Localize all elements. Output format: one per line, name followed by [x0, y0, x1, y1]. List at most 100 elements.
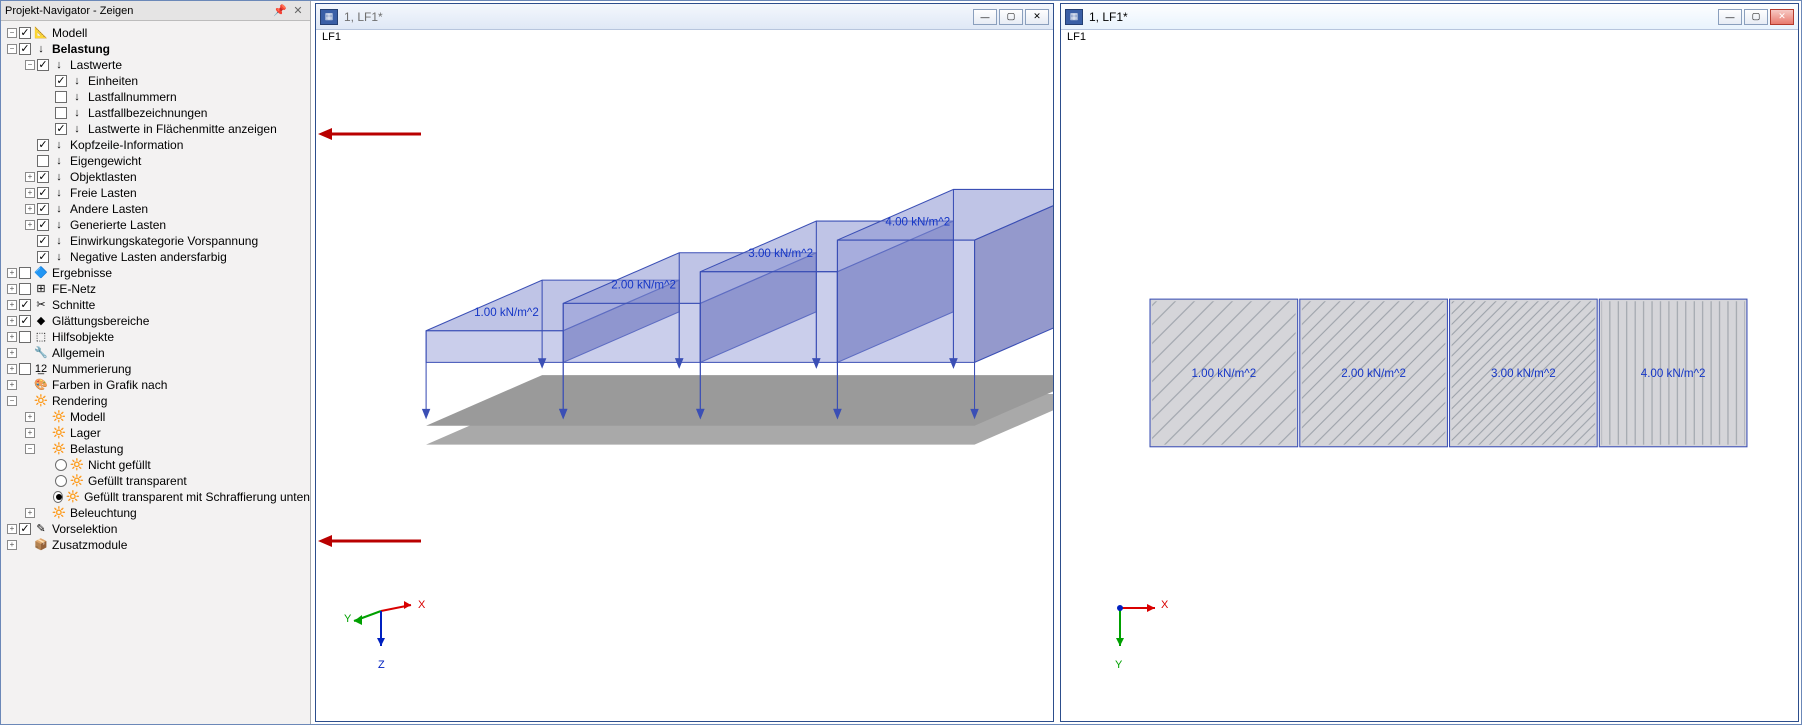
checkbox[interactable]: [19, 315, 31, 327]
tree-item[interactable]: ↓Einwirkungskategorie Vorspannung: [1, 233, 310, 249]
tree-item[interactable]: +⬚Hilfsobjekte: [1, 329, 310, 345]
minimize-button[interactable]: —: [973, 9, 997, 25]
checkbox[interactable]: [55, 123, 67, 135]
maximize-button[interactable]: ▢: [999, 9, 1023, 25]
tree-item[interactable]: +🔆Modell: [1, 409, 310, 425]
checkbox[interactable]: [37, 251, 49, 263]
tree-item[interactable]: ↓Eigengewicht: [1, 153, 310, 169]
item-icon: ↓: [70, 122, 84, 136]
checkbox[interactable]: [19, 523, 31, 535]
tree-item[interactable]: +⊞FE-Netz: [1, 281, 310, 297]
checkbox[interactable]: [37, 235, 49, 247]
expander-icon[interactable]: +: [25, 204, 35, 214]
expander-icon[interactable]: +: [7, 268, 17, 278]
tree-item-label: Eigengewicht: [69, 153, 141, 169]
tree-item[interactable]: +↓Objektlasten: [1, 169, 310, 185]
tree-item[interactable]: +1̲2Nummerierung: [1, 361, 310, 377]
tree-item[interactable]: ↓Lastwerte in Flächenmitte anzeigen: [1, 121, 310, 137]
viewport-plan-canvas[interactable]: 1.00 kN/m^22.00 kN/m^23.00 kN/m^24.00 kN…: [1061, 46, 1798, 721]
expander-icon[interactable]: +: [7, 332, 17, 342]
item-icon: ↓: [52, 218, 66, 232]
radio[interactable]: [55, 475, 67, 487]
expander-icon[interactable]: −: [25, 444, 35, 454]
checkbox[interactable]: [37, 171, 49, 183]
expander-icon[interactable]: +: [7, 284, 17, 294]
tree-item[interactable]: 🔆Gefüllt transparent mit Schraffierung u…: [1, 489, 310, 505]
tree-item[interactable]: −🔆Belastung: [1, 441, 310, 457]
expander-icon[interactable]: +: [7, 316, 17, 326]
tree-item[interactable]: +↓Andere Lasten: [1, 201, 310, 217]
checkbox[interactable]: [37, 155, 49, 167]
tree-item[interactable]: −📐Modell: [1, 25, 310, 41]
expander-icon[interactable]: +: [25, 220, 35, 230]
viewport-iso-titlebar[interactable]: ▦ 1, LF1* — ▢ ✕: [316, 4, 1053, 30]
tree-item[interactable]: +🔧Allgemein: [1, 345, 310, 361]
tree-item-label: Allgemein: [51, 345, 105, 361]
expander-icon[interactable]: +: [7, 300, 17, 310]
close-icon[interactable]: ✕: [290, 4, 306, 18]
expander-icon[interactable]: −: [25, 60, 35, 70]
tree-item[interactable]: +🔆Beleuchtung: [1, 505, 310, 521]
close-button[interactable]: ✕: [1025, 9, 1049, 25]
viewport-plan-titlebar[interactable]: ▦ 1, LF1* — ▢ ✕: [1061, 4, 1798, 30]
radio[interactable]: [53, 491, 63, 503]
tree-item[interactable]: +↓Generierte Lasten: [1, 217, 310, 233]
checkbox[interactable]: [37, 219, 49, 231]
checkbox[interactable]: [19, 283, 31, 295]
checkbox[interactable]: [55, 75, 67, 87]
pin-icon[interactable]: 📌: [272, 4, 288, 18]
navigator-tree[interactable]: −📐Modell−↓Belastung−↓Lastwerte↓Einheiten…: [1, 21, 310, 724]
tree-item[interactable]: ↓Einheiten: [1, 73, 310, 89]
checkbox[interactable]: [37, 187, 49, 199]
close-button[interactable]: ✕: [1770, 9, 1794, 25]
tree-item-label: Gefüllt transparent mit Schraffierung un…: [83, 489, 310, 505]
tree-item[interactable]: 🔆Gefüllt transparent: [1, 473, 310, 489]
expander-icon[interactable]: −: [7, 28, 17, 38]
tree-item[interactable]: −↓Lastwerte: [1, 57, 310, 73]
viewport-iso-canvas[interactable]: 1.00 kN/m^2 2.00 kN/m^2 3.00 kN/m^2: [316, 46, 1053, 721]
checkbox[interactable]: [37, 59, 49, 71]
expander-icon[interactable]: −: [7, 396, 17, 406]
tree-item[interactable]: 🔆Nicht gefüllt: [1, 457, 310, 473]
checkbox[interactable]: [37, 139, 49, 151]
checkbox[interactable]: [37, 203, 49, 215]
tree-item[interactable]: −🔆Rendering: [1, 393, 310, 409]
tree-item[interactable]: −↓Belastung: [1, 41, 310, 57]
expander-icon[interactable]: +: [25, 428, 35, 438]
expander-icon[interactable]: +: [25, 508, 35, 518]
tree-item[interactable]: +🎨Farben in Grafik nach: [1, 377, 310, 393]
tree-item[interactable]: ↓Lastfallnummern: [1, 89, 310, 105]
expander-icon[interactable]: +: [25, 172, 35, 182]
expander-icon[interactable]: +: [7, 348, 17, 358]
tree-item[interactable]: +✎Vorselektion: [1, 521, 310, 537]
expander-icon[interactable]: −: [7, 44, 17, 54]
checkbox[interactable]: [19, 43, 31, 55]
navigator-title: Projekt-Navigator - Zeigen: [5, 5, 270, 17]
tree-item[interactable]: ↓Kopfzeile-Information: [1, 137, 310, 153]
expander-icon[interactable]: +: [25, 188, 35, 198]
expander-icon[interactable]: +: [7, 524, 17, 534]
tree-item[interactable]: +✂Schnitte: [1, 297, 310, 313]
expander-icon[interactable]: +: [25, 412, 35, 422]
expander-icon[interactable]: +: [7, 380, 17, 390]
maximize-button[interactable]: ▢: [1744, 9, 1768, 25]
item-icon: 🔆: [34, 394, 48, 408]
tree-item[interactable]: +↓Freie Lasten: [1, 185, 310, 201]
checkbox[interactable]: [55, 91, 67, 103]
tree-item[interactable]: ↓Lastfallbezeichnungen: [1, 105, 310, 121]
checkbox[interactable]: [55, 107, 67, 119]
expander-icon[interactable]: +: [7, 540, 17, 550]
expander-icon[interactable]: +: [7, 364, 17, 374]
tree-item[interactable]: ↓Negative Lasten andersfarbig: [1, 249, 310, 265]
checkbox[interactable]: [19, 299, 31, 311]
checkbox[interactable]: [19, 267, 31, 279]
tree-item[interactable]: +🔷Ergebnisse: [1, 265, 310, 281]
checkbox[interactable]: [19, 331, 31, 343]
tree-item[interactable]: +🔆Lager: [1, 425, 310, 441]
checkbox[interactable]: [19, 363, 31, 375]
tree-item[interactable]: +◆Glättungsbereiche: [1, 313, 310, 329]
tree-item[interactable]: +📦Zusatzmodule: [1, 537, 310, 553]
minimize-button[interactable]: —: [1718, 9, 1742, 25]
checkbox[interactable]: [19, 27, 31, 39]
radio[interactable]: [55, 459, 67, 471]
